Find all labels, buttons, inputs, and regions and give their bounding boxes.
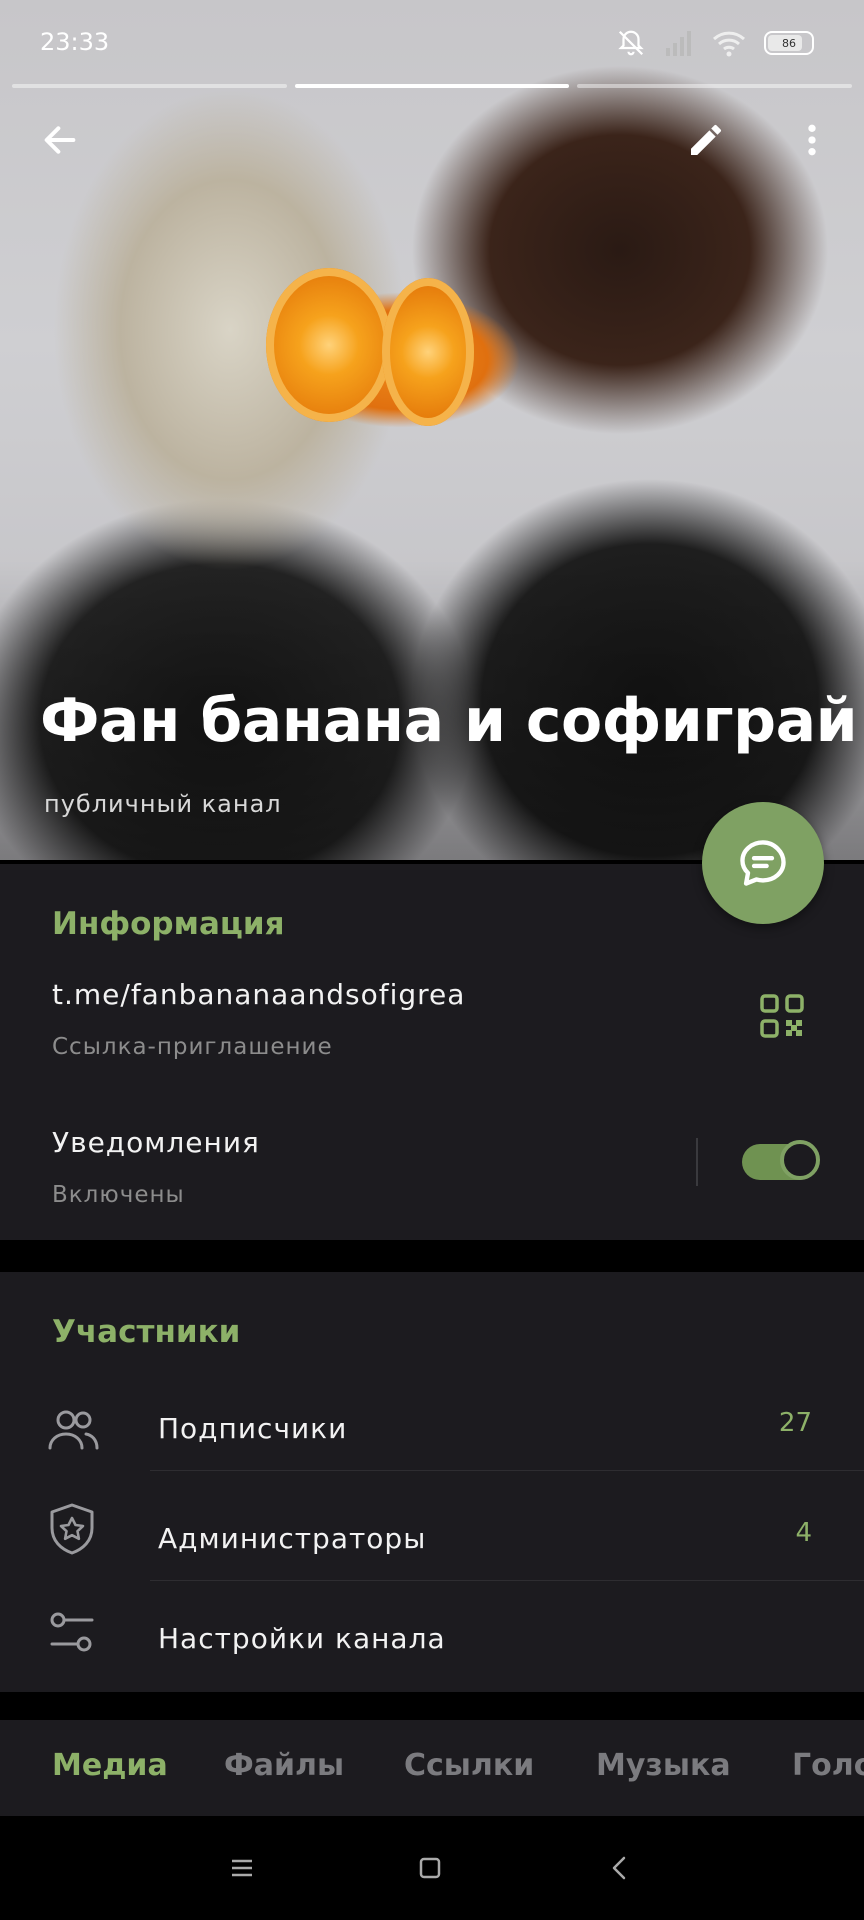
notifications-label[interactable]: Уведомления xyxy=(52,1126,260,1159)
toggle-knob xyxy=(780,1140,820,1180)
subscribers-label: Подписчики xyxy=(158,1412,348,1445)
back-button[interactable] xyxy=(30,110,90,170)
tab-voice[interactable]: Голо xyxy=(792,1748,864,1783)
invite-link[interactable]: t.me/fanbananaandsofigrea xyxy=(52,978,465,1011)
bell-muted-icon xyxy=(618,30,644,56)
system-back-button[interactable] xyxy=(600,1848,640,1888)
invite-link-caption: Ссылка-приглашение xyxy=(52,1034,333,1060)
list-item-subscribers[interactable]: Подписчики 27 xyxy=(0,1382,864,1492)
battery-level: 86 xyxy=(782,36,796,50)
subscribers-count: 27 xyxy=(778,1408,812,1438)
photo-progress-3 xyxy=(577,84,853,88)
orange-right xyxy=(382,278,474,426)
menu-lines-icon xyxy=(232,1859,252,1877)
tab-music[interactable]: Музыка xyxy=(596,1748,731,1783)
edit-button[interactable] xyxy=(676,110,736,170)
status-time: 23:33 xyxy=(40,28,110,56)
sliders-icon xyxy=(50,1612,94,1652)
photo-progress-bars xyxy=(12,84,853,88)
media-tabs: Медиа Файлы Ссылки Музыка Голо xyxy=(0,1720,864,1816)
chevron-left-icon xyxy=(612,1856,626,1880)
admins-count: 4 xyxy=(795,1518,812,1548)
tab-media[interactable]: Медиа xyxy=(52,1748,168,1783)
battery-icon: 86 xyxy=(764,31,814,55)
info-section-title: Информация xyxy=(52,906,285,942)
system-nav-bar xyxy=(0,1816,864,1920)
more-vertical-icon xyxy=(808,124,816,156)
info-panel: Информация t.me/fanbananaandsofigrea Ссы… xyxy=(0,864,864,1240)
photo-progress-1 xyxy=(12,84,287,88)
recent-apps-button[interactable] xyxy=(222,1848,262,1888)
qr-code-button[interactable] xyxy=(760,994,804,1038)
qr-code-icon xyxy=(760,994,804,1038)
discussion-button[interactable] xyxy=(702,802,824,924)
channel-settings-label: Настройки канала xyxy=(158,1622,446,1655)
chat-bubble-icon xyxy=(740,840,786,886)
square-icon xyxy=(419,1857,441,1879)
notifications-status: Включены xyxy=(52,1182,185,1208)
signal-icon xyxy=(666,31,691,56)
admins-label: Администраторы xyxy=(158,1522,427,1555)
photo-progress-2 xyxy=(294,84,570,88)
divider xyxy=(150,1580,864,1581)
list-item-admins[interactable]: Администраторы 4 xyxy=(0,1492,864,1602)
members-section-title: Участники xyxy=(52,1314,241,1350)
tab-files[interactable]: Файлы xyxy=(224,1748,344,1783)
orange-left xyxy=(266,268,392,422)
list-item-channel-settings[interactable]: Настройки канала xyxy=(0,1602,864,1692)
wifi-icon xyxy=(712,31,746,57)
divider xyxy=(150,1470,864,1471)
pencil-icon xyxy=(691,124,722,155)
shield-star-icon xyxy=(50,1503,94,1555)
notifications-separator xyxy=(696,1138,698,1186)
status-bar: 23:33 86 xyxy=(0,0,864,80)
channel-type: публичный канал xyxy=(44,790,282,818)
members-panel: Участники Подписчики 27 Администраторы 4… xyxy=(0,1272,864,1692)
top-actions xyxy=(0,110,864,160)
channel-title: Фан банана и софиграй xyxy=(40,686,858,756)
status-icons: 86 xyxy=(616,28,814,58)
home-button[interactable] xyxy=(410,1848,450,1888)
more-menu-button[interactable] xyxy=(782,110,842,170)
arrow-left-icon xyxy=(44,126,76,154)
notifications-toggle[interactable] xyxy=(742,1140,820,1180)
users-icon xyxy=(48,1410,99,1450)
tab-links[interactable]: Ссылки xyxy=(404,1748,534,1783)
